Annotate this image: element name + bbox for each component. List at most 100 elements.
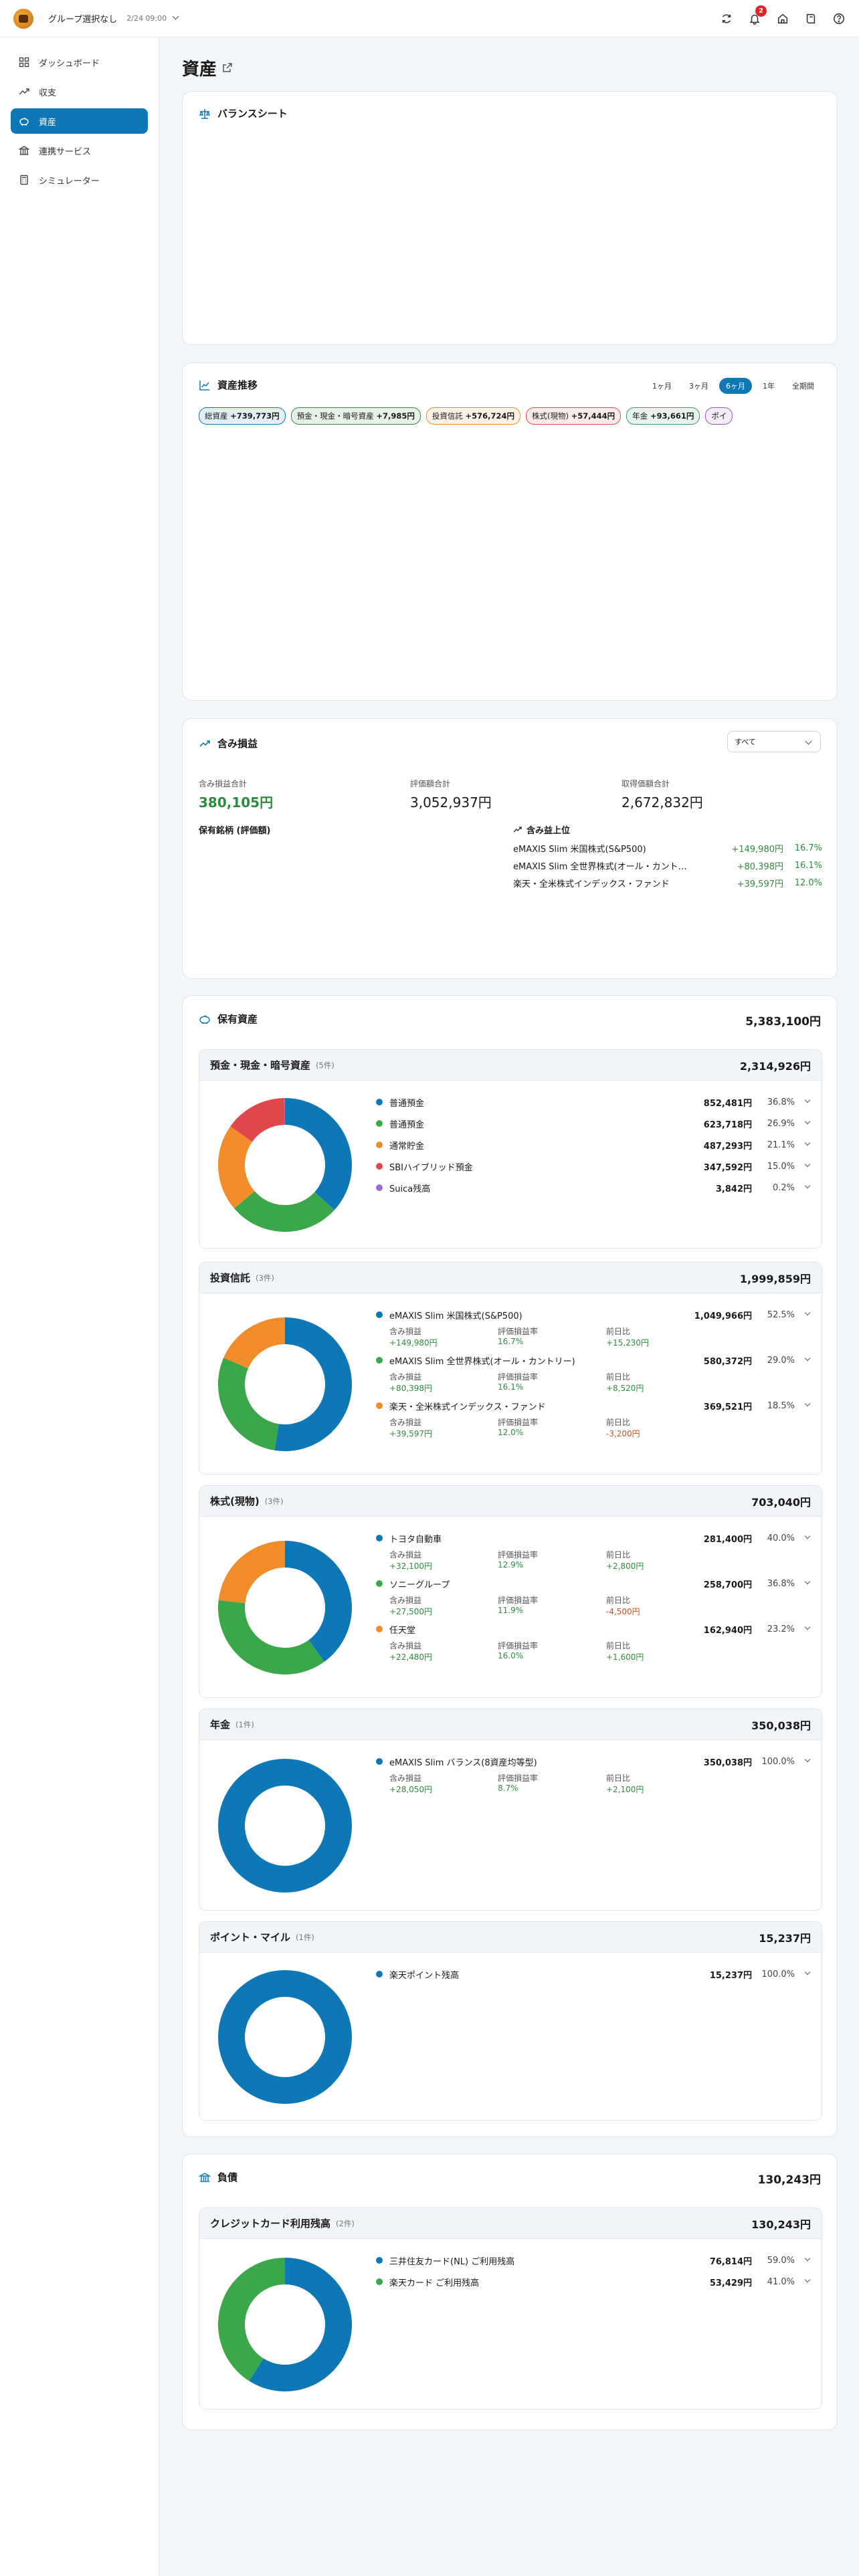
- detail-value: +28,050円: [389, 1785, 433, 1794]
- range-tab[interactable]: 3ヶ月: [682, 378, 715, 394]
- asset-row[interactable]: SBIハイブリッド預金 347,592円 15.0%: [376, 1156, 811, 1177]
- app-logo[interactable]: [13, 8, 33, 29]
- asset-row[interactable]: 普通預金 623,718円 26.9%: [376, 1113, 811, 1134]
- asset-row[interactable]: 楽天・全米株式インデックス・ファンド 369,521円 18.5%: [376, 1395, 811, 1416]
- range-tab[interactable]: 1年: [756, 378, 781, 394]
- nav-linked-services[interactable]: 連携サービス: [11, 138, 148, 163]
- detail-label: 評価損益率: [498, 1641, 539, 1650]
- donut-slice[interactable]: [218, 1600, 324, 1675]
- expand-toggle[interactable]: [795, 1969, 811, 1976]
- refresh-icon[interactable]: [720, 12, 733, 25]
- series-chip[interactable]: 投資信託 +576,724円: [425, 407, 521, 425]
- expand-toggle[interactable]: [795, 1161, 811, 1168]
- asset-group-header[interactable]: クレジットカード利用残高 (2件) 130,243円: [199, 2208, 822, 2239]
- asset-amount: 76,814円: [709, 2256, 752, 2267]
- asset-row[interactable]: 普通預金 852,481円 36.8%: [376, 1091, 811, 1113]
- top-gain-row[interactable]: 楽天・全米株式インデックス・ファンド +39,597円 12.0%: [513, 874, 822, 891]
- group-count: (5件): [316, 1060, 335, 1070]
- donut-slice[interactable]: [218, 1358, 279, 1451]
- asset-row[interactable]: eMAXIS Slim バランス(8資産均等型) 350,038円 100.0%: [376, 1751, 811, 1772]
- series-chip[interactable]: 総資産 +739,773円: [199, 407, 286, 425]
- detail-cell: 評価損益率 16.7%: [498, 1325, 606, 1350]
- expand-toggle[interactable]: [795, 1182, 811, 1190]
- detail-cell: 前日比 +2,800円: [606, 1549, 714, 1573]
- expand-toggle[interactable]: [795, 1355, 811, 1362]
- trend-icon: [19, 88, 29, 95]
- asset-name: eMAXIS Slim 全世界株式(オール・カントリー): [389, 1356, 575, 1367]
- chevron-down-icon: [805, 738, 812, 745]
- nav-simulator[interactable]: シミュレーター: [11, 167, 148, 193]
- bell-icon[interactable]: 2: [748, 5, 767, 25]
- series-chip[interactable]: 預金・現金・暗号資産 +7,985円: [290, 407, 421, 425]
- asset-row[interactable]: 任天堂 162,940円 23.2%: [376, 1618, 811, 1640]
- series-chip[interactable]: 年金 +93,661円: [626, 407, 700, 425]
- nav-label: 連携サービス: [39, 146, 92, 157]
- donut-slice[interactable]: [218, 2258, 285, 2381]
- detail-value: +8,520円: [606, 1384, 644, 1393]
- nav-dashboard[interactable]: ダッシュボード: [11, 49, 148, 75]
- expand-toggle[interactable]: [795, 1309, 811, 1317]
- expand-toggle[interactable]: [795, 1140, 811, 1147]
- asset-row[interactable]: 三井住友カード(NL) ご利用残高 76,814円 59.0%: [376, 2250, 811, 2271]
- asset-amount: 3,842円: [715, 1184, 752, 1194]
- asset-name: 普通預金: [389, 1119, 425, 1130]
- donut-slice[interactable]: [285, 1098, 352, 1210]
- book-icon[interactable]: [804, 12, 818, 25]
- nav-assets[interactable]: 資産: [11, 108, 148, 134]
- group-selector[interactable]: グループ選択なし: [48, 12, 117, 25]
- series-chip[interactable]: ポイ: [705, 407, 733, 425]
- asset-group-header[interactable]: 株式(現物) (3件) 703,040円: [199, 1486, 822, 1517]
- donut-slice[interactable]: [274, 1317, 352, 1451]
- asset-group-header[interactable]: 年金 (1件) 350,038円: [199, 1709, 822, 1740]
- group-amount: 2,314,926円: [739, 1059, 811, 1073]
- top-gain-row[interactable]: eMAXIS Slim 米国株式(S&P500) +149,980円 16.7%: [513, 839, 822, 857]
- detail-cell: 含み損益 +149,980円: [389, 1325, 498, 1350]
- asset-row[interactable]: 楽天カード ご利用残高 53,429円 41.0%: [376, 2271, 811, 2292]
- top-gain-amount: +39,597円: [737, 879, 783, 889]
- expand-toggle[interactable]: [795, 1624, 811, 1631]
- group-amount: 350,038円: [751, 1719, 811, 1732]
- asset-row[interactable]: eMAXIS Slim 米国株式(S&P500) 1,049,966円 52.5%: [376, 1304, 811, 1325]
- detail-label: 評価損益率: [498, 1774, 539, 1783]
- home-icon[interactable]: [776, 12, 789, 25]
- donut-slice[interactable]: [218, 1541, 285, 1604]
- asset-detail: 含み損益 +27,500円 評価損益率 11.9% 前日比 -4,500円: [376, 1594, 809, 1618]
- range-tab[interactable]: 1ヶ月: [646, 378, 678, 394]
- asset-row[interactable]: 楽天ポイント残高 15,237円 100.0%: [376, 1963, 811, 1985]
- asset-amount: 487,293円: [703, 1141, 752, 1152]
- bank-icon: [199, 2172, 211, 2182]
- chevron-down-icon: [804, 1756, 811, 1763]
- donut-slice[interactable]: [218, 1759, 352, 1893]
- asset-detail: 含み損益 +32,100円 評価損益率 12.9% 前日比 +2,800円: [376, 1549, 809, 1573]
- asset-row[interactable]: eMAXIS Slim 全世界株式(オール・カントリー) 580,372円 29.0…: [376, 1350, 811, 1371]
- asset-row[interactable]: Suica残高 3,842円 0.2%: [376, 1177, 811, 1198]
- expand-toggle[interactable]: [795, 1756, 811, 1763]
- asset-group-header[interactable]: 投資信託 (3件) 1,999,859円: [199, 1263, 822, 1293]
- expand-toggle[interactable]: [795, 1578, 811, 1586]
- detail-label: 前日比: [606, 1327, 631, 1336]
- donut-slice[interactable]: [223, 1317, 285, 1369]
- asset-group-header[interactable]: ポイント・マイル (1件) 15,237円: [199, 1922, 822, 1953]
- external-link-icon[interactable]: [222, 62, 233, 73]
- asset-row[interactable]: 通常貯金 487,293円 21.1%: [376, 1134, 811, 1156]
- donut-slice[interactable]: [218, 1970, 352, 2104]
- help-icon[interactable]: [832, 12, 846, 25]
- asset-group-header[interactable]: 預金・現金・暗号資産 (5件) 2,314,926円: [199, 1050, 822, 1081]
- top-gain-row[interactable]: eMAXIS Slim 全世界株式(オール・カント… +80,398円 16.1%: [513, 857, 822, 874]
- donut-slice[interactable]: [234, 1191, 335, 1232]
- filter-select[interactable]: すべて: [727, 731, 821, 752]
- expand-toggle[interactable]: [795, 1118, 811, 1125]
- series-chip[interactable]: 株式(現物) +57,444円: [526, 407, 622, 425]
- asset-row[interactable]: トヨタ自動車 281,400円 40.0%: [376, 1527, 811, 1549]
- expand-toggle[interactable]: [795, 1533, 811, 1540]
- donut-slice[interactable]: [285, 1541, 352, 1662]
- range-tab[interactable]: 6ヶ月: [719, 378, 752, 394]
- nav-income-expense[interactable]: 収支: [11, 79, 148, 104]
- asset-row[interactable]: ソニーグループ 258,700円 36.8%: [376, 1573, 811, 1594]
- expand-toggle[interactable]: [795, 2276, 811, 2284]
- chevron-down-icon[interactable]: [172, 13, 179, 20]
- expand-toggle[interactable]: [795, 1097, 811, 1104]
- expand-toggle[interactable]: [795, 2255, 811, 2262]
- range-tab[interactable]: 全期間: [785, 378, 821, 394]
- expand-toggle[interactable]: [795, 1400, 811, 1408]
